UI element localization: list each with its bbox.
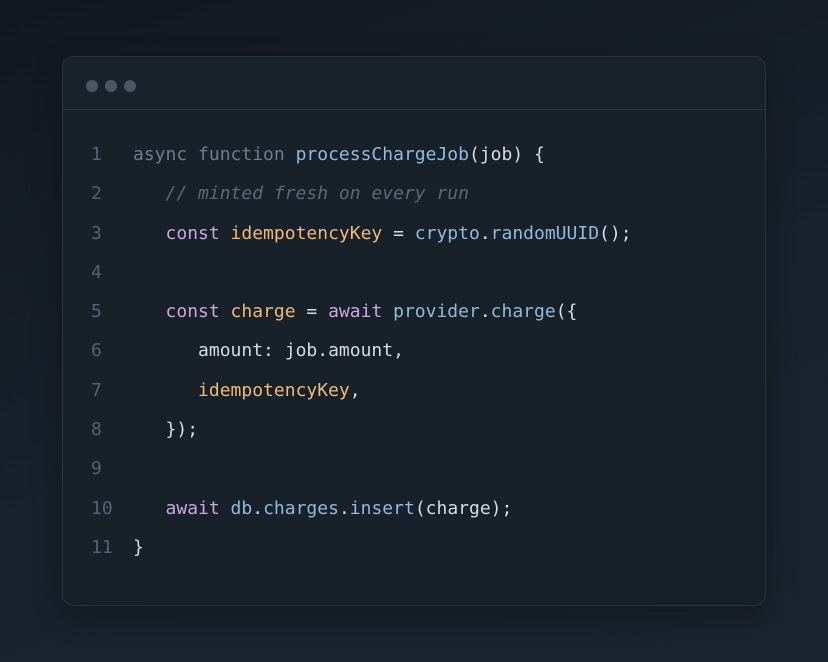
code-token: insert bbox=[349, 497, 415, 519]
code-token: . bbox=[252, 497, 264, 519]
code-text: // minted fresh on every run bbox=[133, 174, 469, 213]
line-number: 4 bbox=[91, 261, 102, 283]
code-text: idempotencyKey, bbox=[133, 371, 361, 410]
code-text: async function processChargeJob(job) { bbox=[133, 135, 545, 174]
code-token: crypto bbox=[414, 222, 480, 244]
code-token: charges bbox=[263, 497, 339, 519]
code-token: const bbox=[165, 222, 220, 244]
code-token: ({ bbox=[555, 301, 578, 323]
line-number: 8 bbox=[91, 419, 102, 441]
code-token: provider bbox=[393, 301, 480, 323]
code-line: 5 const charge = await provider.charge({ bbox=[63, 292, 765, 331]
code-token: . bbox=[338, 497, 350, 519]
code-token: idempotencyKey bbox=[230, 222, 383, 244]
window-dot-icon bbox=[86, 80, 98, 92]
code-token: charge bbox=[490, 301, 556, 323]
code-token: }); bbox=[165, 419, 199, 441]
code-line: 9 bbox=[63, 449, 765, 488]
code-line: 10 await db.charges.insert(charge); bbox=[63, 489, 765, 528]
window-dot-icon bbox=[105, 80, 117, 92]
code-token: . bbox=[479, 222, 491, 244]
code-token: (charge); bbox=[414, 497, 513, 519]
code-line: 4 bbox=[63, 253, 765, 292]
code-token: (); bbox=[599, 222, 632, 244]
line-number: 6 bbox=[91, 340, 102, 362]
code-token: db bbox=[230, 497, 253, 519]
code-line: 2 // minted fresh on every run bbox=[63, 174, 765, 213]
code-text: const charge = await provider.charge({ bbox=[133, 292, 578, 331]
line-number: 1 bbox=[91, 144, 102, 165]
code-token: charge bbox=[230, 301, 296, 323]
line-number: 5 bbox=[91, 301, 102, 323]
window-dot-icon bbox=[124, 80, 136, 92]
line-number: 9 bbox=[91, 458, 102, 480]
line-number: 10 bbox=[91, 497, 113, 519]
code-token: amount: job.amount, bbox=[198, 340, 404, 362]
code-token: processChargeJob bbox=[295, 144, 469, 165]
code-line: 7 idempotencyKey, bbox=[63, 371, 765, 410]
line-number: 7 bbox=[91, 379, 102, 401]
code-token: (job) { bbox=[468, 144, 545, 165]
code-token: } bbox=[133, 536, 144, 558]
code-token: await bbox=[328, 301, 383, 323]
code-token: idempotencyKey bbox=[198, 379, 350, 401]
code-text: await db.charges.insert(charge); bbox=[133, 489, 513, 528]
code-text: const idempotencyKey = crypto.randomUUID… bbox=[133, 214, 632, 253]
code-token: // minted fresh on every run bbox=[165, 183, 469, 205]
code-token: . bbox=[479, 301, 491, 323]
code-line: 11} bbox=[63, 528, 765, 567]
window-titlebar bbox=[63, 57, 765, 110]
line-number: 2 bbox=[91, 183, 102, 205]
code-token: function bbox=[198, 144, 285, 165]
line-number: 3 bbox=[91, 222, 102, 244]
code-token: randomUUID bbox=[490, 222, 600, 244]
code-window: 1 async function processChargeJob(job) {2… bbox=[62, 56, 766, 606]
code-token: const bbox=[165, 301, 220, 323]
code-line: 6 amount: job.amount, bbox=[63, 331, 765, 370]
code-line: 1 async function processChargeJob(job) { bbox=[63, 135, 765, 174]
code-token: async bbox=[133, 144, 188, 165]
code-block: 1 async function processChargeJob(job) {2… bbox=[63, 135, 765, 567]
code-text: }); bbox=[133, 410, 199, 449]
code-text: } bbox=[133, 528, 144, 567]
line-number: 11 bbox=[91, 536, 113, 558]
code-line: 3 const idempotencyKey = crypto.randomUU… bbox=[63, 214, 765, 253]
code-line: 8 }); bbox=[63, 410, 765, 449]
code-token: await bbox=[165, 497, 220, 519]
code-token: = bbox=[295, 301, 329, 323]
code-text: amount: job.amount, bbox=[133, 331, 404, 370]
code-token: , bbox=[349, 379, 361, 401]
code-token: = bbox=[382, 222, 415, 244]
